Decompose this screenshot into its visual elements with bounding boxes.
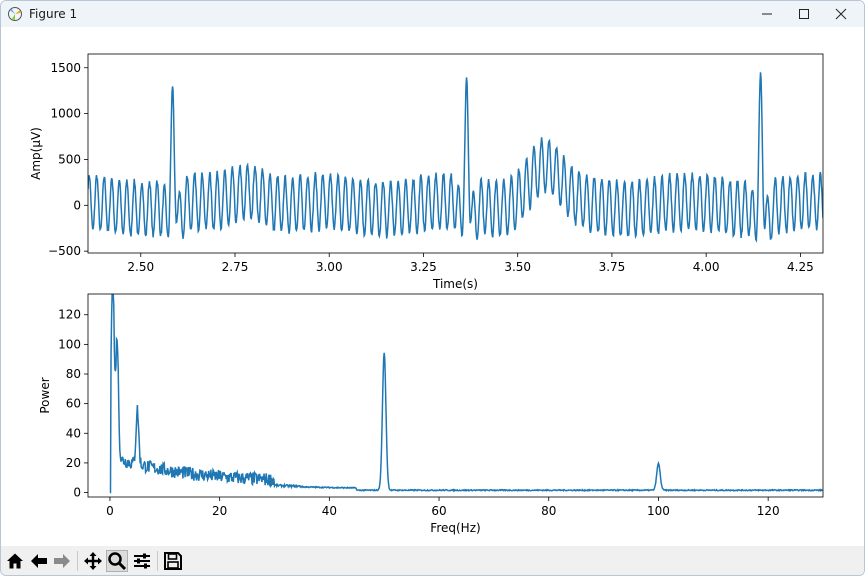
data-series-line: [88, 72, 823, 243]
x-tick-label: 120: [757, 504, 780, 518]
x-tick-label: 20: [212, 504, 227, 518]
x-tick-label: 4.00: [693, 260, 720, 274]
close-button[interactable]: [818, 1, 864, 27]
y-tick-label: 0: [73, 486, 81, 500]
x-tick-label: 60: [431, 504, 446, 518]
navigation-toolbar: [1, 546, 864, 575]
y-tick-label: 500: [58, 152, 81, 166]
save-button[interactable]: [162, 550, 184, 572]
y-axis-label: Amp(μV): [29, 127, 43, 180]
axes-frame: [87, 293, 824, 498]
save-floppy-icon: [164, 552, 182, 570]
x-tick-label: 3.25: [410, 260, 437, 274]
home-button[interactable]: [4, 550, 26, 572]
window-title: Figure 1: [29, 7, 78, 21]
back-arrow-icon: [31, 554, 47, 568]
x-tick-label: 0: [106, 504, 114, 518]
x-tick-label: 40: [322, 504, 337, 518]
y-tick-label: 1500: [50, 61, 81, 75]
toolbar-separator: [157, 551, 158, 571]
forward-arrow-icon: [54, 554, 70, 568]
figure-canvas[interactable]: 2.50 2.75 3.00 3.25 3.50 3.75 4.00 4.25 −500 0 500…: [1, 27, 865, 546]
matplotlib-app-icon: [7, 6, 23, 22]
home-icon: [7, 553, 23, 569]
x-tick-label: 3.00: [316, 260, 343, 274]
pan-move-icon: [84, 552, 102, 570]
y-tick-label: 80: [66, 367, 81, 381]
x-tick-label: 3.50: [504, 260, 531, 274]
y-tick-label: 100: [58, 337, 81, 351]
x-tick-label: 2.50: [127, 260, 154, 274]
forward-button[interactable]: [51, 550, 73, 572]
y-tick-label: 40: [66, 426, 81, 440]
toolbar-separator: [77, 551, 78, 571]
x-axis-label: Time(s): [432, 277, 478, 291]
x-axis-label: Freq(Hz): [430, 521, 480, 535]
pan-button[interactable]: [82, 550, 104, 572]
y-tick-label: 120: [58, 308, 81, 322]
back-button[interactable]: [28, 550, 50, 572]
y-tick-label: 0: [73, 198, 81, 212]
y-tick-label: 20: [66, 456, 81, 470]
x-tick-label: 4.25: [787, 260, 814, 274]
data-series-line: [109, 294, 823, 494]
configure-subplots-icon: [134, 553, 150, 569]
title-bar: Figure 1: [1, 1, 864, 27]
y-axis-label: Power: [38, 377, 52, 413]
zoom-button[interactable]: [106, 550, 128, 572]
x-tick-label: 3.75: [599, 260, 626, 274]
y-tick-label: 1000: [50, 107, 81, 121]
zoom-magnifier-icon: [108, 552, 127, 571]
y-tick-label: 60: [66, 397, 81, 411]
x-tick-label: 2.75: [222, 260, 249, 274]
figure-window: Figure 1 2.50 2.75 3.00 3.25 3.50 3.75 4.00 4.2…: [0, 0, 865, 576]
x-tick-label: 100: [647, 504, 670, 518]
configure-subplots-button[interactable]: [131, 550, 153, 572]
y-tick-label: −500: [48, 244, 81, 258]
x-tick-label: 80: [541, 504, 556, 518]
